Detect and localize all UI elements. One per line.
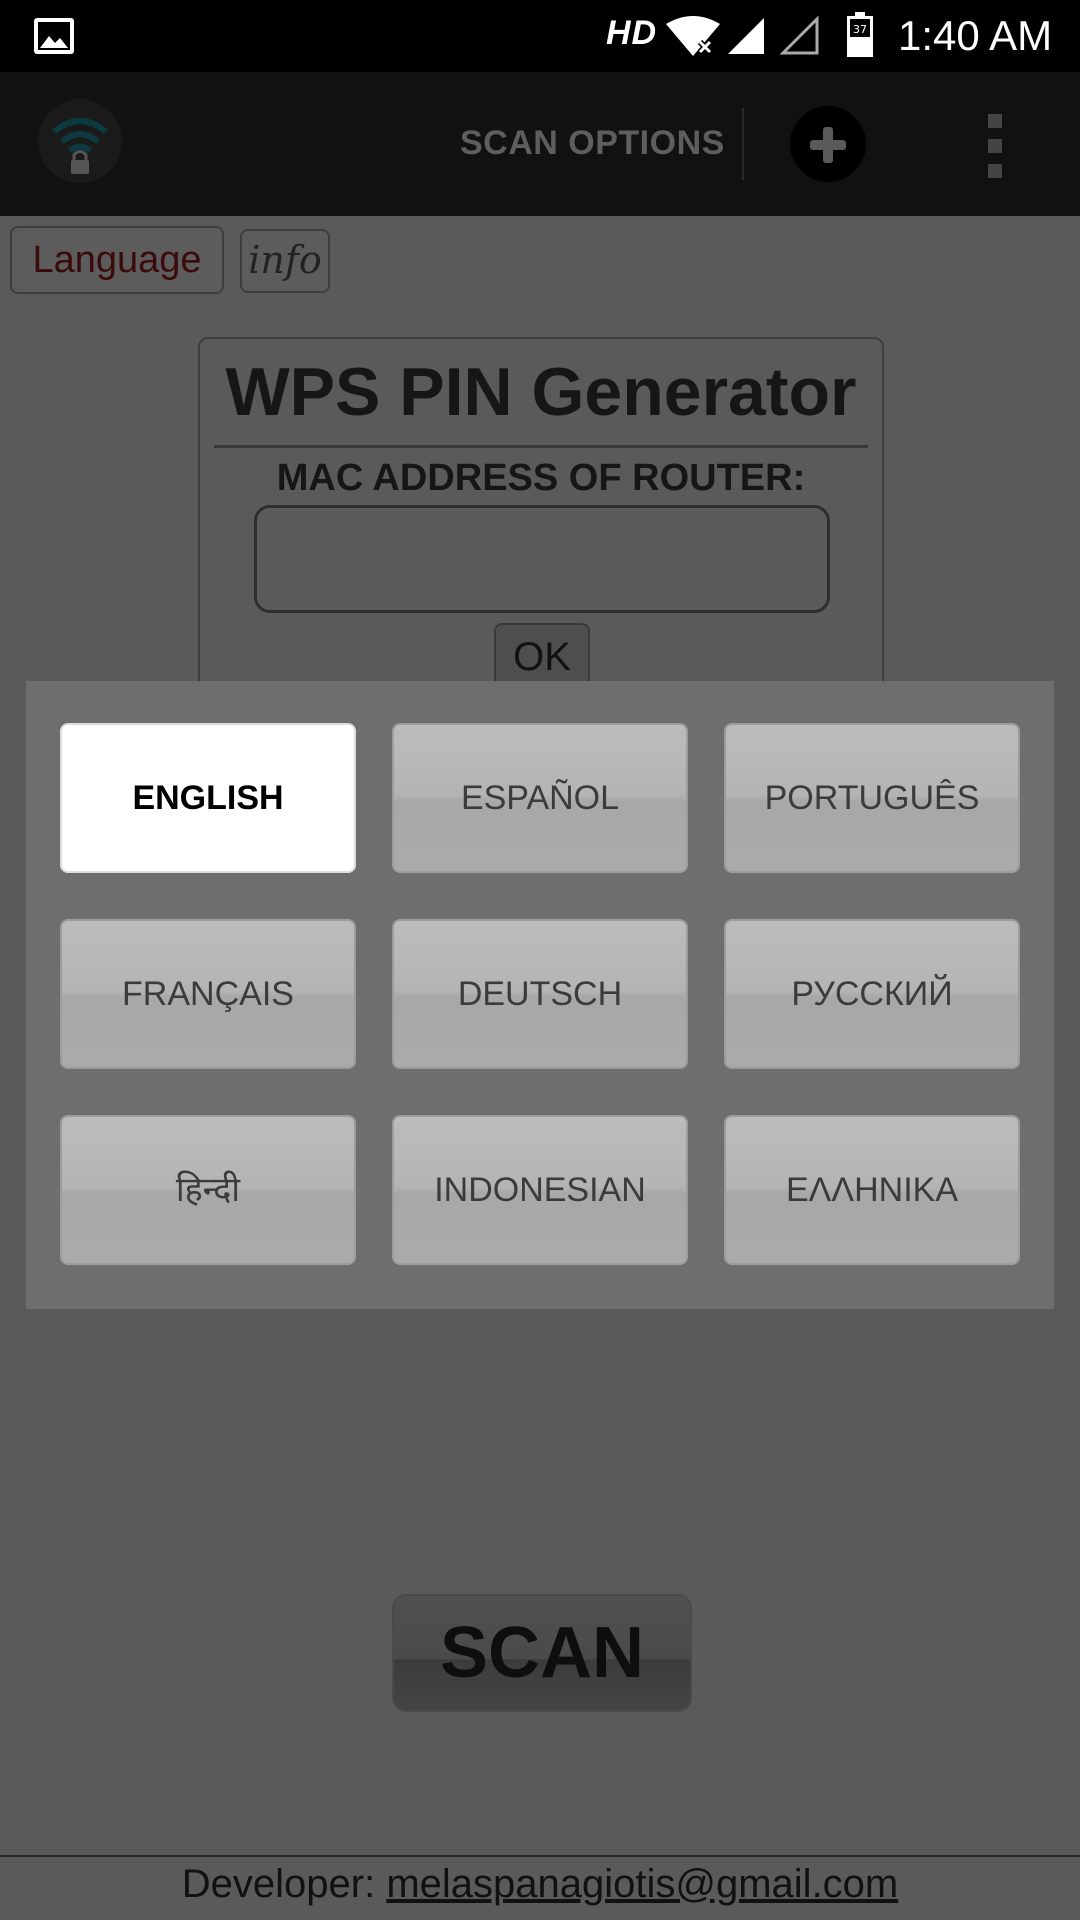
info-button[interactable]: info bbox=[240, 229, 330, 293]
wifi-lock-app-icon bbox=[38, 99, 122, 183]
battery-icon: 37 bbox=[847, 12, 873, 57]
add-icon[interactable] bbox=[790, 106, 866, 182]
developer-label: Developer: bbox=[181, 1862, 376, 1906]
mac-address-label: MAC ADDRESS OF ROUTER: bbox=[276, 457, 806, 499]
developer-email-link[interactable]: melaspanagiotis@gmail.com bbox=[386, 1862, 898, 1906]
language-option-english[interactable]: ENGLISH bbox=[60, 723, 356, 873]
cell-signal-icon bbox=[728, 18, 764, 54]
footer-divider bbox=[0, 1855, 1080, 1857]
language-button[interactable]: Language bbox=[10, 226, 224, 294]
scan-options-button[interactable]: SCAN OPTIONS bbox=[460, 124, 725, 163]
action-bar: SCAN OPTIONS bbox=[0, 72, 1080, 216]
overflow-menu-icon[interactable] bbox=[988, 114, 1004, 178]
mac-address-input[interactable] bbox=[254, 505, 830, 613]
scan-button[interactable]: SCAN bbox=[392, 1594, 692, 1712]
battery-level: 37 bbox=[853, 23, 867, 36]
language-option-portugues[interactable]: PORTUGUÊS bbox=[724, 723, 1020, 873]
language-option-espanol[interactable]: ESPAÑOL bbox=[392, 723, 688, 873]
clock: 1:40 AM bbox=[898, 12, 1053, 59]
language-option-hindi[interactable]: हिन्दी bbox=[60, 1115, 356, 1265]
network-type-label: HD bbox=[606, 14, 658, 52]
status-bar: HD 37 1:40 AM bbox=[0, 0, 1080, 72]
developer-footer: Developer: melaspanagiotis@gmail.com bbox=[0, 1862, 1080, 1907]
wps-generator-card: WPS PIN Generator MAC ADDRESS OF ROUTER:… bbox=[198, 337, 884, 705]
gallery-notification-icon bbox=[34, 18, 74, 54]
language-dialog: ENGLISH ESPAÑOL PORTUGUÊS FRANÇAIS DEUTS… bbox=[26, 681, 1054, 1309]
language-option-greek[interactable]: ΕΛΛΗΝΙΚΑ bbox=[724, 1115, 1020, 1265]
wifi-icon bbox=[666, 16, 720, 56]
language-option-francais[interactable]: FRANÇAIS bbox=[60, 919, 356, 1069]
cell-signal-empty-icon bbox=[780, 16, 819, 55]
card-title: WPS PIN Generator bbox=[225, 354, 857, 430]
action-divider bbox=[742, 108, 744, 180]
title-divider bbox=[214, 445, 868, 448]
language-option-russian[interactable]: РУССКИЙ bbox=[724, 919, 1020, 1069]
language-option-indonesian[interactable]: INDONESIAN bbox=[392, 1115, 688, 1265]
language-option-deutsch[interactable]: DEUTSCH bbox=[392, 919, 688, 1069]
